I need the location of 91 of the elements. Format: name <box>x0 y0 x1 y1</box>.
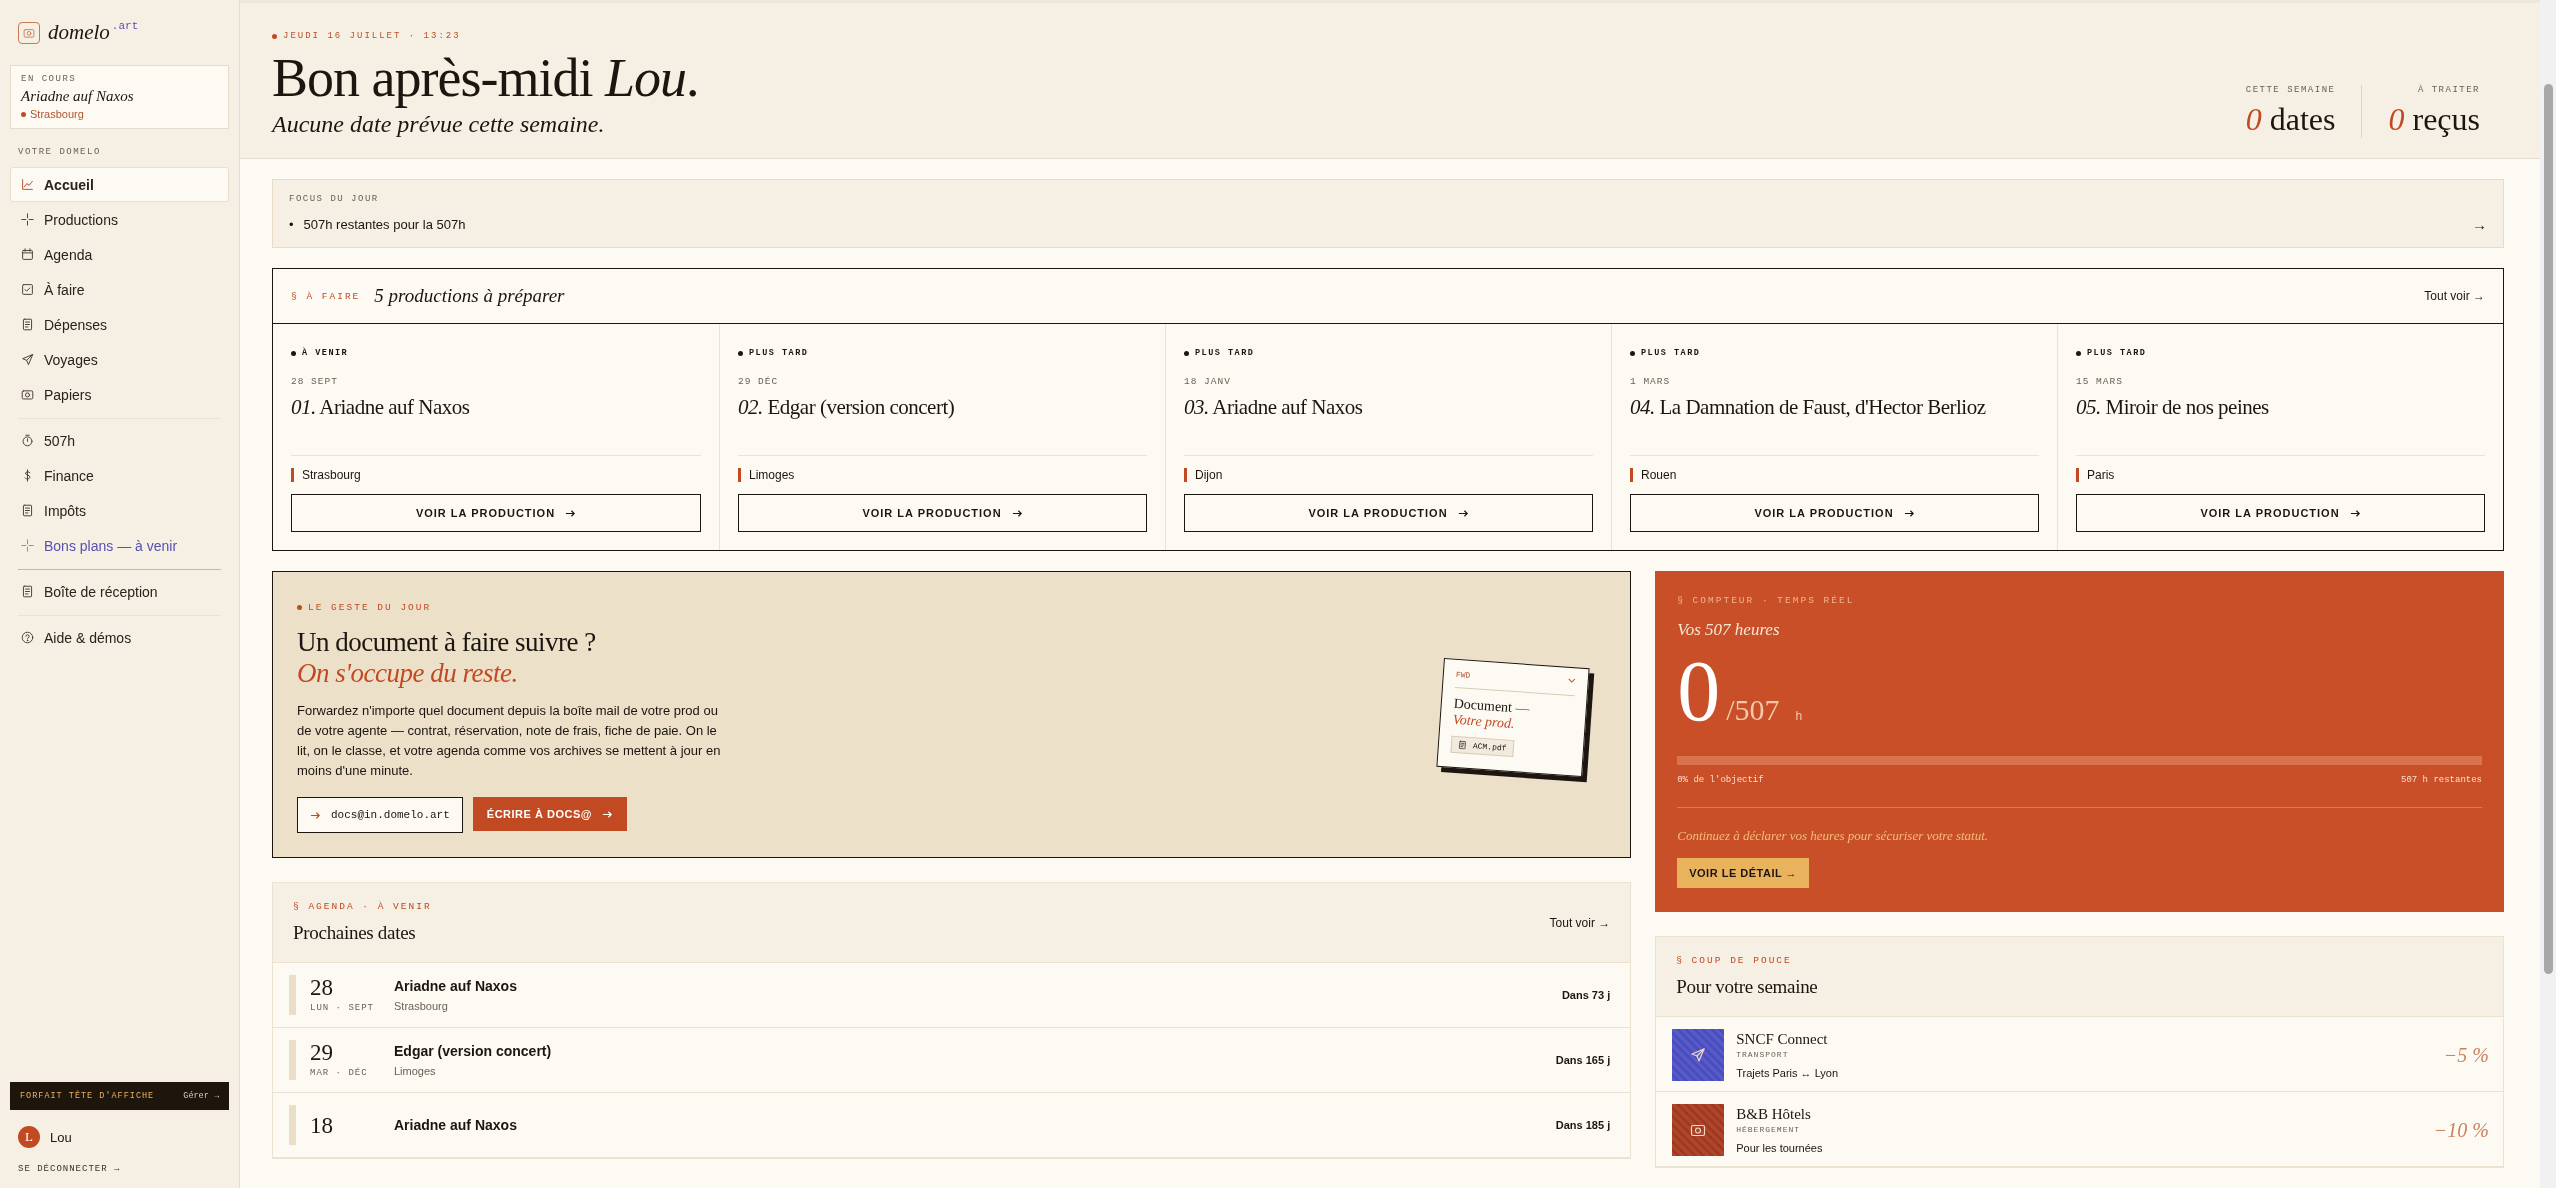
document-icon <box>21 318 34 331</box>
stat-label: À TRAITER <box>2417 85 2480 95</box>
hours-counter-card: § COMPTEUR · TEMPS RÉEL Vos 507 heures 0/507 h 0% de l'objectif 507 h restantes Continuez à déclarer vos heures pour sécuriser votre statut. VOIR LE DÉTAIL → <box>1655 571 2504 912</box>
camera-icon <box>21 388 34 401</box>
production-title: 01. Ariadne auf Naxos <box>291 395 471 421</box>
stat-value: 0 reçus <box>2388 101 2480 138</box>
chart-icon <box>21 178 34 191</box>
deal-row[interactable]: B&B Hôtels HÉBERGEMENT Pour les tournées −10 % <box>1656 1092 2503 1167</box>
view-details-button[interactable]: VOIR LE DÉTAIL → <box>1677 858 1810 888</box>
production-date: 28 SEPT <box>291 376 339 387</box>
calendar-icon <box>21 248 34 261</box>
logout-link[interactable]: SE DÉCONNECTER → <box>10 1164 229 1174</box>
nav-item[interactable]: À faire <box>10 272 229 307</box>
production-title: 04. La Damnation de Faust, d'Hector Berlioz <box>1630 395 1987 421</box>
daily-tip-card: LE GESTE DU JOUR Un document à faire suivre ? On s'occupe du reste. Forwardez n'importe quel document depuis la boîte mail de votre prod ou de votre agente — contrat, réservation, note de frais, fiche de paie. On le lit, on le classe, et votre agenda comme vos archives se mettent à jour en moins d'une minute. docs@in.domelo.art ÉCRIRE À DOCS@ FWD Document — Votre prod. ACM.pdf <box>272 571 1632 858</box>
nav-item[interactable]: Productions <box>10 202 229 237</box>
production-city: Strasbourg <box>302 468 361 482</box>
agenda-panel: § AGENDA · À VENIR Prochaines dates Tout voir → 28 LUN · SEPT Ariadne auf Naxos Strasbourg Dans 73 j 29 MAR · DÉC Edgar (version concert) Limoges Dans 165 j 18 Ariadne auf Naxos Dans 185 j <box>272 882 1632 1159</box>
nav-item[interactable]: Boîte de réception <box>10 574 229 609</box>
nav-item[interactable]: Agenda <box>10 237 229 272</box>
focus-panel: FOCUS DU JOUR • 507h restantes pour la 507h → <box>272 179 2504 248</box>
status-label: PLUS TARD <box>738 348 1147 358</box>
status-label: À VENIR <box>291 348 701 358</box>
status-label: PLUS TARD <box>1184 348 1593 358</box>
help-icon <box>21 631 34 644</box>
date-label: JEUDI 16 JUILLET · 13:23 <box>272 31 699 41</box>
view-production-button[interactable]: VOIR LA PRODUCTION <box>291 494 701 532</box>
greeting: Bon après-midi Lou. <box>272 47 699 109</box>
avatar: L <box>18 1126 40 1148</box>
manage-link[interactable]: Gérer → <box>183 1091 219 1101</box>
current-production-card[interactable]: EN COURS Ariadne auf Naxos Strasbourg <box>10 65 229 129</box>
production-city: Rouen <box>1641 468 1677 482</box>
bullet: • <box>289 217 294 232</box>
status-label: PLUS TARD <box>1630 348 2039 358</box>
nav-item[interactable]: Dépenses <box>10 307 229 342</box>
nav-item[interactable]: Accueil <box>10 167 229 202</box>
view-production-button[interactable]: VOIR LA PRODUCTION <box>2076 494 2485 532</box>
production-date: 1 MARS <box>1630 376 1672 387</box>
nav-item[interactable]: Finance <box>10 458 229 493</box>
scrollbar[interactable] <box>2540 0 2556 1188</box>
sparkle-icon <box>21 539 34 552</box>
see-all-link[interactable]: Tout voir → <box>1549 915 1611 930</box>
checkbox-icon <box>21 283 34 296</box>
production-date: 29 DÉC <box>738 376 780 387</box>
brand-name: domelo <box>48 20 110 45</box>
view-production-button[interactable]: VOIR LA PRODUCTION <box>1184 494 1593 532</box>
production-title: 02. Edgar (version concert) <box>738 395 956 421</box>
nav-item[interactable]: Aide & démos <box>10 620 229 655</box>
production-title: 03. Ariadne auf Naxos <box>1184 395 1364 421</box>
write-button[interactable]: ÉCRIRE À DOCS@ <box>472 797 627 831</box>
production-title: 05. Miroir de nos peines <box>2076 395 2270 421</box>
agenda-row[interactable]: 18 Ariadne auf Naxos Dans 185 j <box>273 1093 1631 1158</box>
see-all-link[interactable]: Tout voir → <box>2424 289 2485 303</box>
production-city: Paris <box>2087 468 2115 482</box>
document-icon <box>21 585 34 598</box>
stat-value: 0 dates <box>2245 101 2336 138</box>
view-production-button[interactable]: VOIR LA PRODUCTION <box>738 494 1147 532</box>
camera-icon <box>23 26 35 39</box>
production-date: 18 JANV <box>1184 376 1232 387</box>
status-label: PLUS TARD <box>2076 348 2485 358</box>
nav-item[interactable]: 507h <box>10 423 229 458</box>
document-icon <box>1457 740 1468 750</box>
nav-item[interactable]: Impôts <box>10 493 229 528</box>
nav-item[interactable]: Voyages <box>10 342 229 377</box>
document-icon <box>21 504 34 517</box>
production-city: Limoges <box>749 468 795 482</box>
agenda-row[interactable]: 28 LUN · SEPT Ariadne auf Naxos Strasbourg Dans 73 j <box>273 963 1631 1028</box>
production-date: 15 MARS <box>2076 376 2124 387</box>
timer-icon <box>21 434 34 447</box>
deal-row[interactable]: SNCF Connect TRANSPORT Trajets Paris ↔ Lyon −5 % <box>1656 1017 2503 1092</box>
focus-item: 507h restantes pour la 507h <box>303 217 466 232</box>
stat-label: CETTE SEMAINE <box>2245 85 2336 95</box>
paper-plane-icon <box>21 353 34 366</box>
email-address-button[interactable]: docs@in.domelo.art <box>297 797 463 833</box>
deals-panel: § COUP DE POUCE Pour votre semaine SNCF Connect TRANSPORT Trajets Paris ↔ Lyon −5 % B&B Hôtels HÉBERGEMENT Pour les tournées −10 % <box>1655 936 2504 1168</box>
camera-icon <box>1690 1122 1707 1138</box>
production-city: Dijon <box>1195 468 1223 482</box>
view-production-button[interactable]: VOIR LA PRODUCTION <box>1630 494 2039 532</box>
focus-arrow[interactable]: → <box>2472 216 2487 233</box>
sparkle-icon <box>21 213 34 226</box>
chevron-icon <box>1567 677 1577 684</box>
agenda-row[interactable]: 29 MAR · DÉC Edgar (version concert) Limoges Dans 165 j <box>273 1028 1631 1093</box>
plan-banner: FORFAIT TÊTE D'AFFICHE Gérer → <box>10 1082 229 1110</box>
nav-item[interactable]: Bons plans — à venir <box>10 528 229 563</box>
user-name: Lou <box>50 1129 72 1145</box>
subtitle: Aucune date prévue cette semaine. <box>272 111 606 138</box>
nav-item[interactable]: Papiers <box>10 377 229 412</box>
brand-suffix: .art <box>111 20 139 32</box>
todo-panel: § À FAIRE 5 productions à préparer Tout voir → À VENIR 28 SEPT 01. Ariadne auf Naxos Strasbourg VOIR LA PRODUCTION PLUS TARD 29 DÉC 02. Edgar (version concert) Limoges VOIR LA PRODUCTION PLUS TARD 18 JANV 03. Ariadne auf Naxos Dijon VOIR LA PRODUCTION PLUS TARD 1 MARS 04. La Damnation de Faust, d'Hector Berlioz Rouen VOIR LA PRODUCTION PLUS TARD 15 MARS 05. Miroir de nos peines Paris VOIR LA PRODUCTION <box>272 268 2504 551</box>
nav-heading: VOTRE DOMELO <box>17 147 102 157</box>
paper-plane-icon <box>1690 1047 1707 1063</box>
